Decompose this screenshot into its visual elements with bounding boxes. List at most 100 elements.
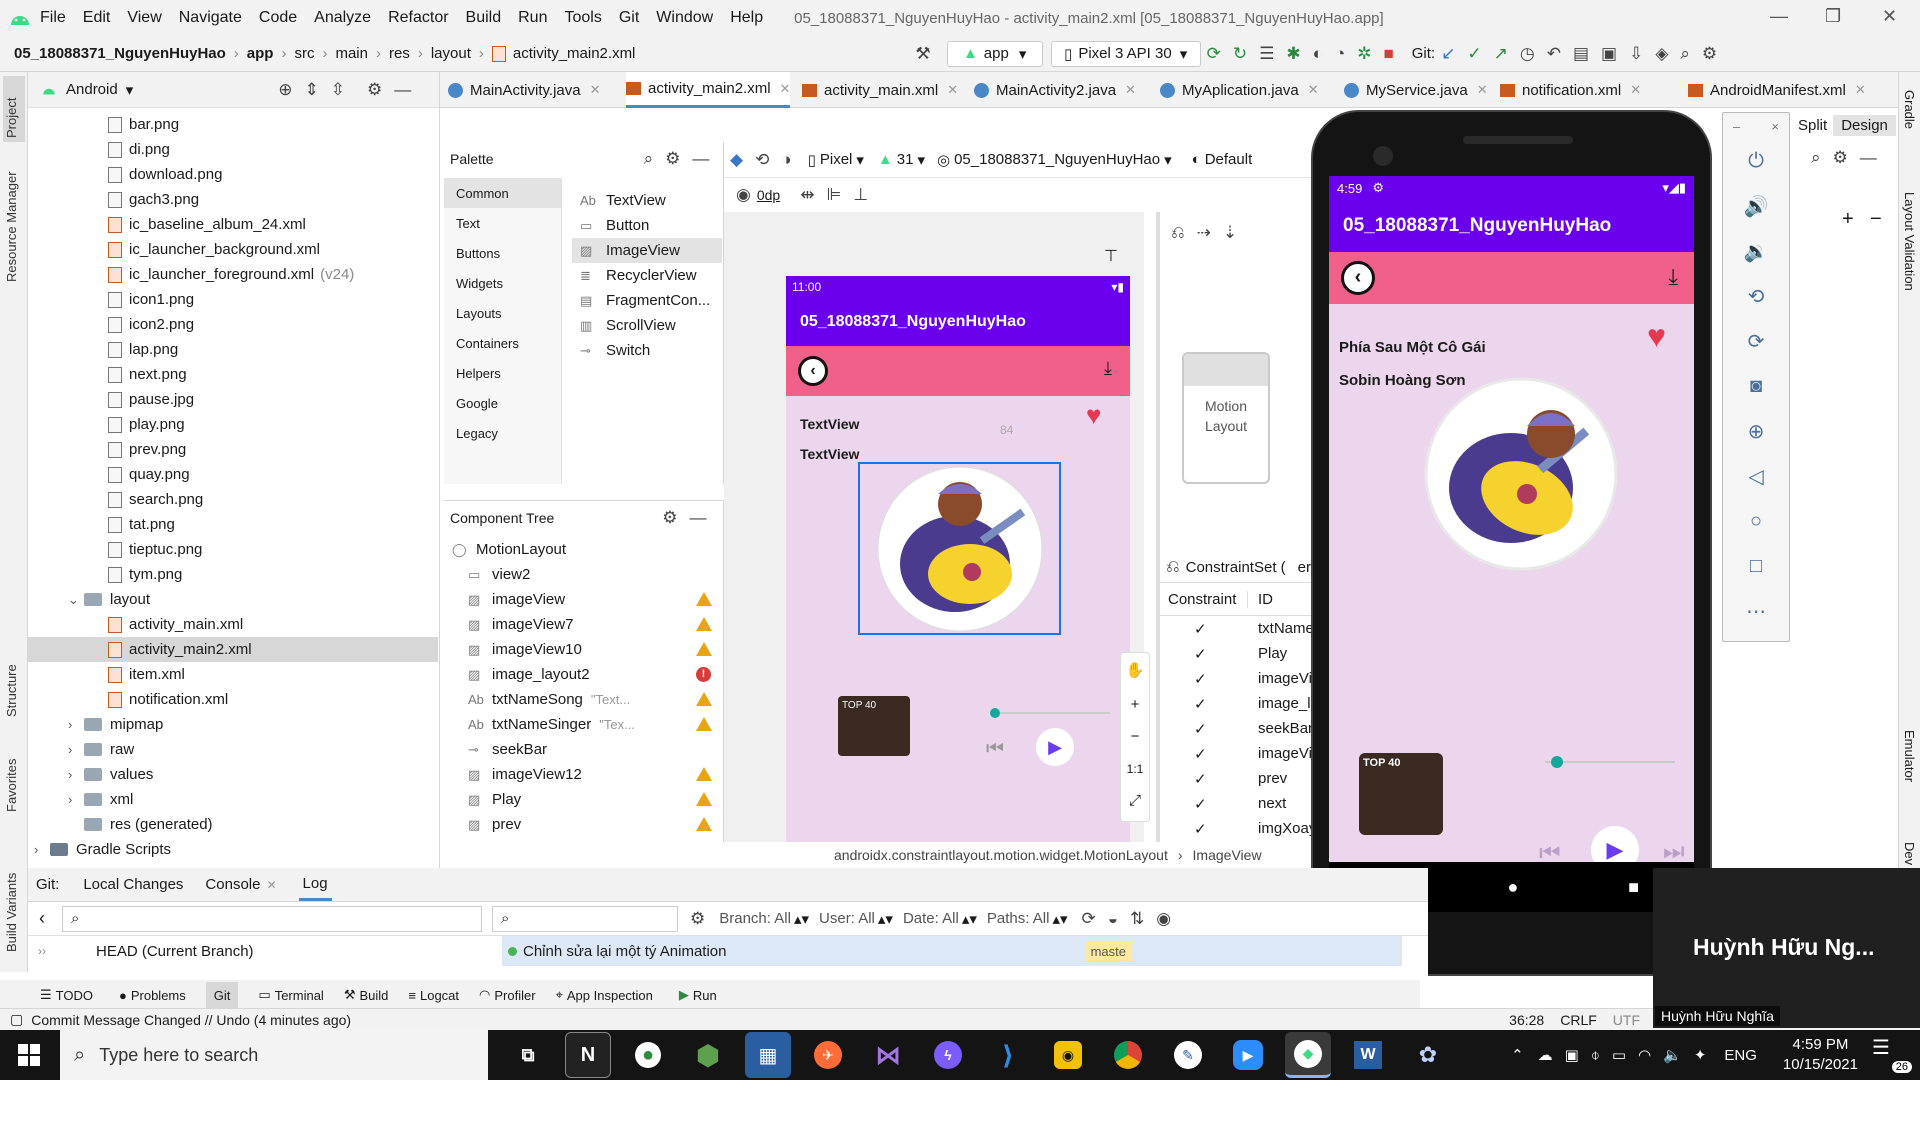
project-tree-item[interactable]: tieptuc.png — [28, 537, 438, 562]
editor-tab[interactable]: MainActivity.java ✕ — [448, 72, 601, 108]
project-tree-item[interactable]: gach3.png — [28, 187, 438, 212]
layout-validation-tool-label[interactable]: Layout Validation — [1902, 192, 1917, 291]
android-studio-taskbar-icon[interactable]: ◆ — [1285, 1032, 1331, 1078]
palette-item[interactable]: ▭ Button — [572, 213, 722, 238]
error-icon[interactable]: ! — [696, 667, 711, 682]
git-push-icon[interactable]: ↗ — [1494, 44, 1508, 64]
run-config-select[interactable]: ▲ app ▾ — [946, 40, 1043, 67]
favorite-heart-icon[interactable]: ♥ — [1647, 318, 1666, 355]
component-tree-settings-icon[interactable]: ⚙ — [662, 508, 677, 528]
project-tree-item[interactable]: next.png — [28, 362, 438, 387]
network-app-icon[interactable]: ▦ — [745, 1032, 791, 1078]
warning-icon[interactable] — [696, 767, 712, 781]
git-tab[interactable]: Git — [205, 981, 239, 1009]
seek-thumb[interactable] — [1550, 756, 1563, 768]
menu-run[interactable]: Run — [518, 9, 547, 27]
line-separator[interactable]: CRLF — [1560, 1012, 1597, 1028]
component-tree-item[interactable]: ▨ imageView10 — [444, 637, 714, 662]
palette-category[interactable]: Legacy — [444, 418, 561, 448]
sdk-manager-icon[interactable]: ⇩ — [1629, 44, 1643, 64]
align-icon[interactable]: ⊫ — [826, 185, 841, 205]
api-level-select[interactable]: 31 — [897, 151, 914, 168]
git-update-icon[interactable]: ↙ — [1441, 44, 1455, 64]
tab-close-icon[interactable]: ✕ — [1477, 82, 1488, 98]
project-tree-item[interactable]: icon2.png — [28, 312, 438, 337]
project-tree-item[interactable]: ic_launcher_background.xml — [28, 237, 438, 262]
history-icon[interactable]: ◷ — [1520, 44, 1535, 64]
component-tree-hide-icon[interactable]: — — [690, 508, 707, 528]
orientation-icon[interactable]: ⟲ — [755, 150, 769, 170]
project-tree-item[interactable]: pause.jpg — [28, 387, 438, 412]
refresh-icon[interactable]: ⟳ — [1082, 909, 1096, 929]
paint-icon[interactable]: ✎ — [1165, 1032, 1211, 1078]
head-branch[interactable]: HEAD (Current Branch) — [96, 943, 502, 960]
palette-item[interactable]: ▥ ScrollView — [572, 313, 722, 338]
selected-imageview[interactable] — [858, 462, 1061, 635]
tab-local-changes[interactable]: Local Changes — [83, 876, 183, 893]
screenshot-icon[interactable]: ◙ — [1723, 364, 1789, 409]
breadcrumb-motionlayout[interactable]: androidx.constraintlayout.motion.widget.… — [834, 847, 1168, 863]
motion-layout-box[interactable]: Motion Layout — [1182, 352, 1270, 484]
project-tree-item[interactable]: tat.png — [28, 512, 438, 537]
taskbar-search[interactable]: ⌕ Type here to search — [60, 1030, 488, 1080]
project-tree-item[interactable]: play.png — [28, 412, 438, 437]
clock[interactable]: 4:59 PM 10/15/2021 — [1783, 1035, 1858, 1075]
panel-settings-icon[interactable]: ⚙ — [367, 80, 382, 100]
chevron-right-icon[interactable]: › — [34, 842, 50, 857]
tab-console[interactable]: Console — [205, 876, 260, 893]
tab-close-icon[interactable]: ✕ — [590, 82, 601, 98]
album-thumbnail[interactable]: TOP 40 — [1359, 753, 1443, 835]
component-tree-item[interactable]: ▭ view2 — [444, 562, 714, 587]
pomodoro-icon[interactable]: ◉ — [1045, 1032, 1091, 1078]
palette-category[interactable]: Widgets — [444, 268, 561, 298]
attributes-search-icon[interactable]: ⌕ — [1811, 148, 1821, 168]
project-tree-item[interactable]: bar.png — [28, 112, 438, 137]
palette-item[interactable]: ⊸ Switch — [572, 338, 722, 363]
zoom-fit-icon[interactable]: ⤢ — [1121, 785, 1149, 817]
tray-overflow-icon[interactable]: ⌃ — [1511, 1046, 1524, 1064]
component-tree-item[interactable]: ▨ prev — [444, 812, 714, 837]
breadcrumb-imageview[interactable]: ImageView — [1193, 847, 1262, 863]
settings-gear-icon[interactable]: ⚙ — [1702, 44, 1717, 64]
search-everywhere-icon[interactable]: ⌕ — [1680, 44, 1690, 64]
menu-help[interactable]: Help — [730, 9, 763, 27]
locate-icon[interactable]: ⊕ — [278, 80, 292, 100]
project-tree-item[interactable]: › xml — [28, 787, 438, 812]
branch-filter[interactable]: Branch: All — [719, 910, 791, 927]
tab-close-icon[interactable]: ✕ — [1630, 82, 1641, 98]
palette-item[interactable]: ▨ ImageView — [572, 238, 722, 263]
editor-tab[interactable]: MyAplication.java ✕ — [1160, 72, 1319, 108]
chevron-right-icon[interactable]: › — [68, 767, 84, 782]
tab-log[interactable]: Log — [298, 869, 332, 901]
palette-search-icon[interactable]: ⌕ — [644, 149, 654, 169]
remove-attribute-icon[interactable]: − — [1870, 208, 1882, 231]
view-options-eye-icon[interactable]: ◉ — [1156, 909, 1171, 929]
avd-manager-icon[interactable]: ▣ — [1601, 44, 1617, 64]
nav-recents-icon[interactable]: ■ — [1628, 877, 1639, 898]
notification-center-icon[interactable]: ☰ 26 — [1872, 1035, 1912, 1075]
warning-icon[interactable] — [696, 817, 712, 831]
add-attribute-icon[interactable]: + — [1842, 208, 1854, 231]
pan-icon[interactable]: ✋ — [1121, 653, 1149, 689]
warning-icon[interactable] — [696, 592, 712, 606]
gradle-tool-label[interactable]: Gradle — [1902, 90, 1917, 129]
component-tree-item[interactable]: ▨ Play — [444, 787, 714, 812]
palette-category[interactable]: Common — [444, 178, 561, 208]
palette-hide-icon[interactable]: — — [692, 149, 709, 169]
device-select[interactable]: ▯ Pixel 3 API 30 ▾ — [1050, 40, 1201, 67]
component-tree-item[interactable]: ◯ MotionLayout — [444, 537, 714, 562]
component-tree-item[interactable]: Ab txtNameSinger "Tex... — [444, 712, 714, 737]
layers-icon[interactable]: ◆ — [730, 150, 743, 170]
resource-manager-tool-label[interactable]: Resource Manager — [4, 171, 19, 282]
breadcrumb-app[interactable]: app — [247, 45, 274, 62]
messenger-icon[interactable]: ϟ — [925, 1032, 971, 1078]
project-tree-item[interactable]: › values — [28, 762, 438, 787]
hammer-icon[interactable]: ⚒ — [915, 44, 930, 64]
attributes-settings-icon[interactable]: ⚙ — [1833, 148, 1848, 168]
project-tree-item[interactable]: activity_main2.xml — [28, 637, 438, 662]
palette-item[interactable]: ▤ FragmentCon... — [572, 288, 722, 313]
editor-tab[interactable]: MyService.java ✕ — [1344, 72, 1488, 108]
chevron-right-icon[interactable]: › — [68, 792, 84, 807]
component-tree-item[interactable]: Ab txtNameSong "Text... — [444, 687, 714, 712]
editor-tab[interactable]: activity_main.xml ✕ — [802, 72, 958, 108]
